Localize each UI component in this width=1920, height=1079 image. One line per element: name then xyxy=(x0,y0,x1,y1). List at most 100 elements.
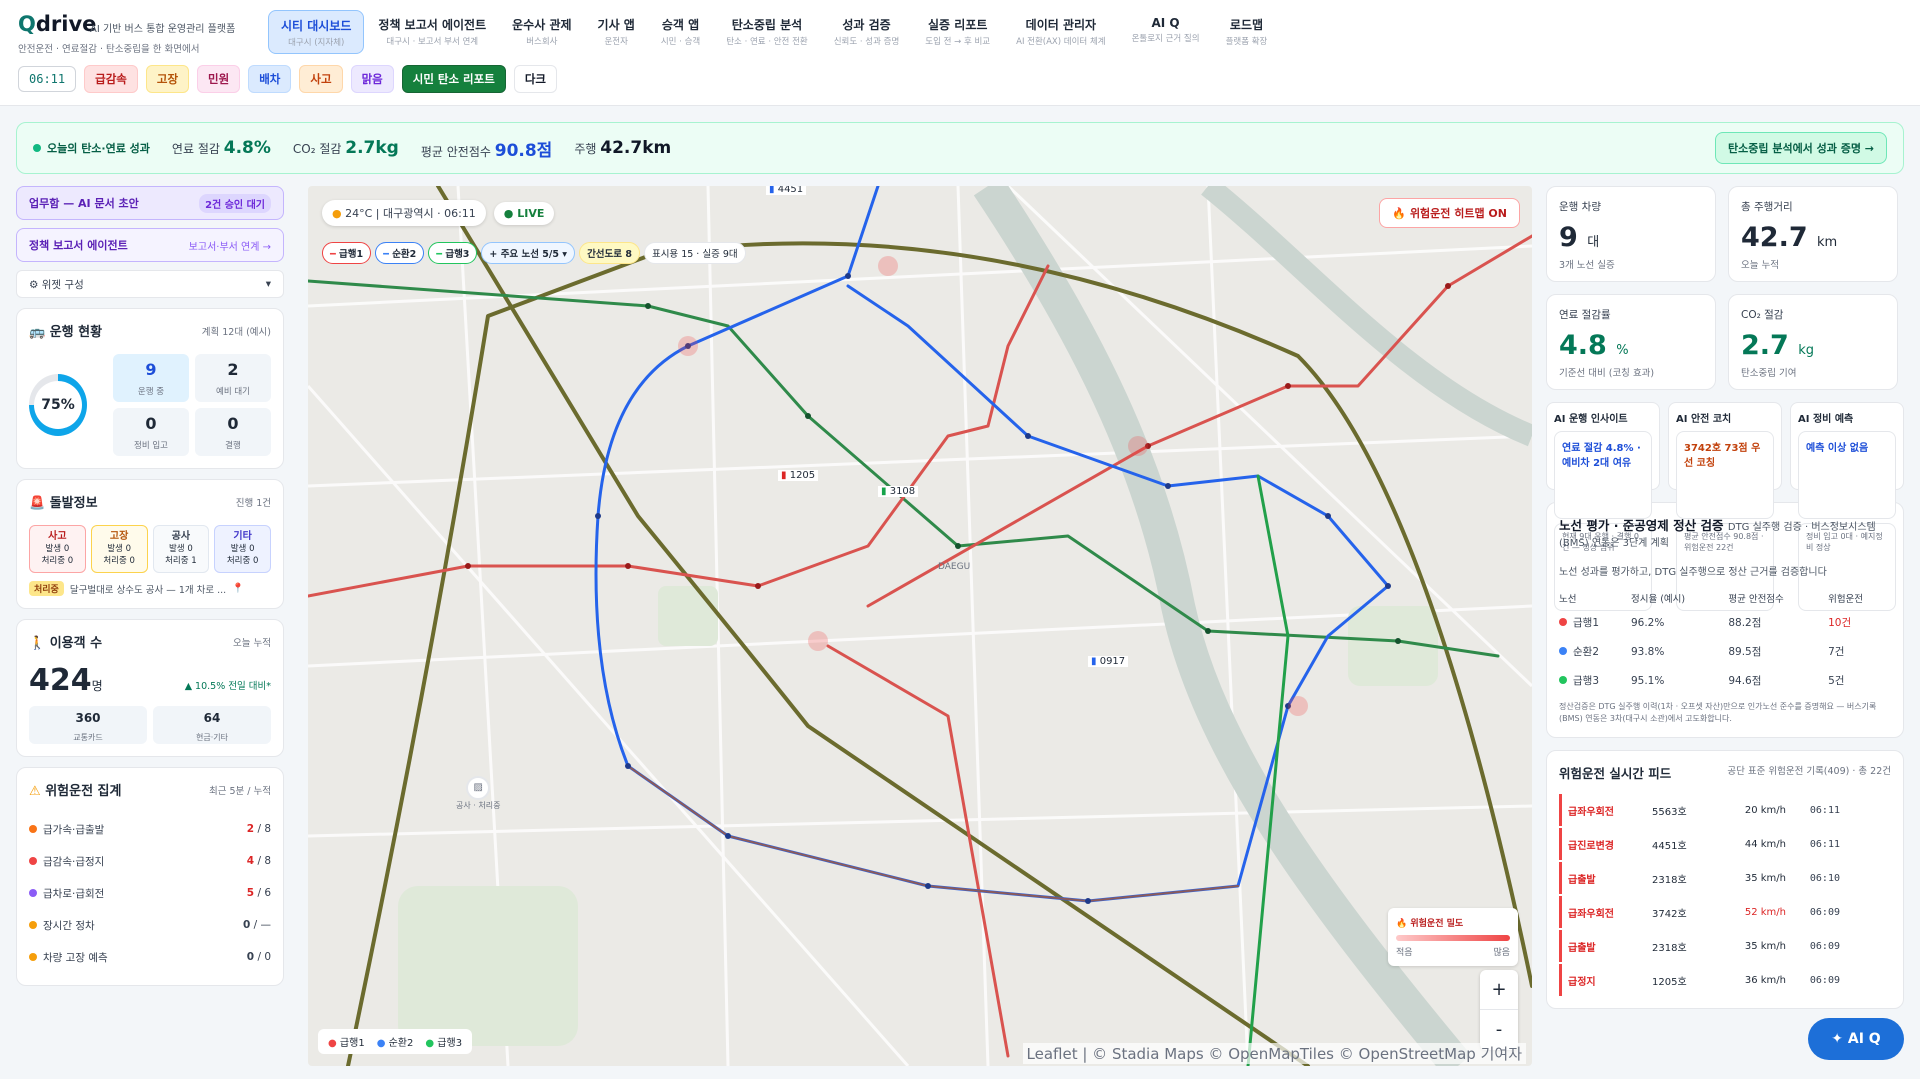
ai-insight-card[interactable]: AI 운행 인사이트 연료 절감 4.8% · 예비차 2대 여유 현재 9대 운행… xyxy=(1546,402,1660,611)
zoom-in-button[interactable]: + xyxy=(1480,970,1518,1010)
kpi-title-text: 오늘의 탄소·연료 성과 xyxy=(47,142,150,155)
kpi-distance-value: 42.7km xyxy=(600,138,672,158)
pin-icon: 📍 xyxy=(232,583,245,594)
bus-marker-0917[interactable]: ▮ 0917 xyxy=(1088,656,1129,667)
bus-marker-1205[interactable]: ▮ 1205 xyxy=(778,470,819,481)
incident-cell[interactable]: 사고 발생 0 처리중 0 xyxy=(29,525,86,573)
nav-tab-8[interactable]: 데이터 관리자 AI 전환(AX) 데이터 체계 xyxy=(1004,10,1117,54)
feed-row[interactable]: 급출발 2318호 35 km/h 06:09 xyxy=(1559,930,1891,962)
summary-card-note: 3개 노선 실증 xyxy=(1559,260,1615,271)
route-eval-title-text: 노선 평가 · 준공영제 정산 검증 xyxy=(1559,518,1724,533)
map-attribution[interactable]: Leaflet | © Stadia Maps © OpenMapTiles ©… xyxy=(1022,1043,1526,1064)
risk-row-text: 급차로·급회전 xyxy=(43,887,105,900)
logo-text: drive xyxy=(35,12,97,36)
chevron-down-icon: ▾ xyxy=(265,278,271,290)
table-row[interactable]: 급행3 95.1% 94.6점 5건 xyxy=(1559,666,1891,695)
route-chip-express3[interactable]: ━ 급행3 xyxy=(428,242,478,264)
heatmap-toggle[interactable]: 🔥 위험운전 히트맵 ON xyxy=(1379,198,1520,228)
nav-tab-1[interactable]: 정책 보고서 에이전트 대구시 · 보고서 부서 연계 xyxy=(366,10,498,54)
route-map[interactable]: ● 24°C | 대구광역시 · 06:11 ● LIVE 🔥 위험운전 히트맵… xyxy=(308,186,1532,1066)
inbox-pill[interactable]: 업무함 — AI 문서 초안 2건 승인 대기 xyxy=(16,186,284,220)
bus-marker-4451[interactable]: ▮ 4451 xyxy=(766,186,807,195)
nav-tab-4[interactable]: 승객 앱 시민 · 승객 xyxy=(649,10,712,54)
incident-cell[interactable]: 기타 발생 0 처리중 0 xyxy=(214,525,271,573)
summary-card-note: 탄소중립 기여 xyxy=(1741,368,1797,379)
citizen-carbon-report-button[interactable]: 시민 탄소 리포트 xyxy=(401,65,506,93)
incident-cell[interactable]: 공사 발생 0 처리중 1 xyxy=(152,525,210,573)
brand-tagline: AI 기반 버스 통합 운영관리 플랫폼 xyxy=(90,24,236,35)
feed-time: 06:09 xyxy=(1809,906,1840,918)
carbon-analysis-button[interactable]: 탄소중립 분석에서 성과 증명 → xyxy=(1715,132,1887,164)
legend-express1: ● 급행1 xyxy=(328,1034,365,1049)
incident-note[interactable]: 처리중 달구벌대로 상수도 공사 — 1개 차로 ... 📍 xyxy=(29,581,271,596)
nav-tab-sub: 시민 · 승객 xyxy=(660,37,701,47)
feed-time: 06:11 xyxy=(1809,838,1840,850)
kpi-fuel-value: 4.8% xyxy=(223,138,271,158)
feed-bus: 4451호 xyxy=(1652,840,1687,852)
weather-chip[interactable]: 맑음 xyxy=(350,65,394,93)
nav-tab-5[interactable]: 탄소중립 분석 탄소 · 연료 · 안전 전환 xyxy=(714,10,819,54)
nav-tab-6[interactable]: 성과 검증 신뢰도 · 성과 증명 xyxy=(822,10,912,54)
table-row[interactable]: 급행1 96.2% 88.2점 10건 xyxy=(1559,608,1891,637)
passenger-period: 오늘 누적 xyxy=(233,637,271,649)
ai-insight-card[interactable]: AI 정비 예측 예측 이상 없음 정비 입고 0대 · 예지정비 정상 xyxy=(1790,402,1904,611)
feed-row[interactable]: 급정지 1205호 36 km/h 06:09 xyxy=(1559,964,1891,996)
summary-card-title: 총 주행거리 xyxy=(1741,201,1793,213)
nav-tab-label: 탄소중립 분석 xyxy=(731,18,803,32)
nav-tab-3[interactable]: 기사 앱 운전자 xyxy=(586,10,647,54)
filter-chip-accident[interactable]: 사고 xyxy=(299,65,343,93)
passenger-title: 🚶 이용객 수 오늘 누적 xyxy=(29,632,271,651)
risk-total: / 6 xyxy=(257,887,271,899)
nav-tab-9[interactable]: AI Q 온톨로지 근거 질의 xyxy=(1120,10,1212,54)
nav-tab-2[interactable]: 운수사 관제 버스회사 xyxy=(500,10,583,54)
feed-row[interactable]: 급출발 2318호 35 km/h 06:10 xyxy=(1559,862,1891,894)
feed-row[interactable]: 급진로변경 4451호 44 km/h 06:11 xyxy=(1559,828,1891,860)
route-chip-circular2[interactable]: ━ 순환2 xyxy=(375,242,425,264)
route-chip-express1[interactable]: ━ 급행1 xyxy=(322,242,372,264)
passenger-title-text: 이용객 수 xyxy=(49,636,103,651)
filter-chip-dispatch[interactable]: 배차 xyxy=(248,65,292,93)
policy-agent-pill[interactable]: 정책 보고서 에이전트 보고서·부서 연계 → xyxy=(16,228,284,262)
incident-cell[interactable]: 고장 발생 0 처리중 0 xyxy=(90,525,148,573)
nav-tab-0[interactable]: 시티 대시보드 대구시 (지자체) xyxy=(268,10,365,54)
construction-icon: ▨ xyxy=(466,776,491,800)
route-chip-major[interactable]: + 주요 노선 5/5 ▾ xyxy=(481,242,576,264)
construction-marker[interactable]: ▨ 공사 · 처리중 xyxy=(456,776,500,811)
alert-icon: 🚨 xyxy=(29,496,46,511)
map-canvas xyxy=(308,186,1532,1066)
risk-row-label: 급감속·급정지 xyxy=(29,854,104,869)
heat-low: 적음 xyxy=(1396,948,1413,958)
filter-chip-complaint[interactable]: 민원 xyxy=(197,65,241,93)
risk-recent: 4 xyxy=(246,855,255,867)
widget-config-select[interactable]: ⚙ 위젯 구성 ▾ xyxy=(16,270,284,298)
route-chip-arterial[interactable]: 간선도로 8 xyxy=(579,242,640,264)
incident-cell-type: 고장 xyxy=(109,531,129,542)
risk-row: 급가속·급출발 2 / 8 xyxy=(29,813,271,845)
pax-card-value: 360 xyxy=(75,711,101,725)
pax-cash-value: 64 xyxy=(203,711,221,725)
feed-type: 급출발 xyxy=(1568,874,1596,886)
aiq-fab-button[interactable]: ✦ AI Q xyxy=(1808,1018,1904,1060)
feed-row[interactable]: 급좌우회전 5563호 20 km/h 06:11 xyxy=(1559,794,1891,826)
ai-insight-card[interactable]: AI 안전 코치 3742호 73점 우선 코칭 평균 안전점수 90.8점 · 위… xyxy=(1668,402,1782,611)
brand[interactable]: Qdrive AI 기반 버스 통합 운영관리 플랫폼 안전운전 · 연료절감 … xyxy=(18,12,235,55)
nav-tab-7[interactable]: 실증 리포트 도입 전 → 후 비교 xyxy=(913,10,1002,54)
nav-tab-10[interactable]: 로드맵 플랫폼 확장 xyxy=(1214,10,1280,54)
route-name: 급행1 xyxy=(1573,617,1600,629)
feed-row[interactable]: 급좌우회전 3742호 52 km/h 06:09 xyxy=(1559,896,1891,928)
kpi-title: 오늘의 탄소·연료 성과 xyxy=(33,140,150,156)
filter-chip-decel[interactable]: 급감속 xyxy=(84,65,138,93)
dark-mode-toggle[interactable]: 다크 xyxy=(513,65,557,93)
risk-row-text: 차량 고장 예측 xyxy=(43,951,108,964)
nav-tab-sub: 플랫폼 확장 xyxy=(1225,37,1268,47)
bus-marker-3108[interactable]: ▮ 3108 xyxy=(878,486,919,497)
feed-type: 급좌우회전 xyxy=(1568,908,1614,920)
heat-legend: 🔥 위험운전 밀도 적음 많음 xyxy=(1388,908,1518,966)
summary-value-unit: kg xyxy=(1798,343,1815,358)
nav-tab-label: 실증 리포트 xyxy=(928,18,988,32)
filter-chip-fault[interactable]: 고장 xyxy=(145,65,190,93)
summary-card-value: 42.7 km xyxy=(1741,222,1885,253)
stat-fault-label: 결행 xyxy=(225,441,241,451)
table-row[interactable]: 순환2 93.8% 89.5점 7건 xyxy=(1559,637,1891,666)
safety-cell: 89.5점 xyxy=(1728,646,1762,658)
